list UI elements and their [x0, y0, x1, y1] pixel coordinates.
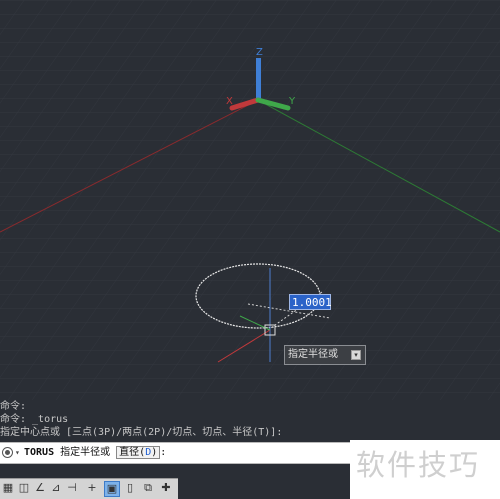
command-suffix: :	[160, 447, 167, 458]
snap-mode-icon[interactable]: ◫	[16, 481, 32, 497]
ucs-z-label: Z	[256, 47, 263, 58]
dynamic-input-radius[interactable]: 1.0001	[289, 294, 332, 310]
option-diameter[interactable]: 直径(D)	[116, 446, 161, 459]
viewport-canvas[interactable]: Z X Y	[0, 0, 500, 400]
option-diameter-label: 直径(	[119, 447, 146, 458]
watermark-text: 软件技巧	[356, 448, 481, 482]
tooltip-label: 指定半径或	[288, 349, 338, 360]
transparency-icon[interactable]: ⧉	[140, 481, 156, 497]
command-prompt: 指定半径或	[60, 447, 111, 458]
autocad-window: Z X Y 1.0001 指定半径或 ▾ 命令: 命令: _torus 指定中心…	[0, 0, 500, 499]
lineweight-icon[interactable]: ▯	[122, 481, 138, 497]
command-history: 命令: 命令: _torus 指定中心点或 [三点(3P)/两点(2P)/切点、…	[0, 400, 348, 442]
history-line: 命令: _torus	[0, 414, 69, 425]
ortho-icon[interactable]: ⊣	[64, 481, 80, 497]
command-prompt-text[interactable]: TORUS 指定半径或 直径(D):	[24, 443, 166, 463]
grid-icon[interactable]: ▦	[0, 481, 16, 497]
history-line: 指定中心点或 [三点(3P)/两点(2P)/切点、切点、半径(T)]:	[0, 427, 283, 438]
object-snap-icon[interactable]: ▣	[104, 481, 120, 497]
ucs-y-label: Y	[288, 96, 296, 107]
command-name: TORUS	[24, 447, 55, 458]
command-line[interactable]: ▾ TORUS 指定半径或 直径(D):	[0, 442, 352, 464]
3d-osnap-icon[interactable]: ✚	[158, 481, 174, 497]
option-diameter-close: )	[151, 447, 158, 458]
chevron-down-icon[interactable]: ▾	[15, 443, 20, 463]
options-dropdown-icon[interactable]: ▾	[351, 350, 361, 360]
dynamic-ucs-icon[interactable]: ⊿	[48, 481, 64, 497]
watermark: 软件技巧	[350, 440, 500, 499]
ucs-z-arrow	[256, 58, 261, 100]
dynamic-prompt-tooltip[interactable]: 指定半径或 ▾	[284, 345, 366, 365]
status-bar: ▦ ◫ ∠ ⊿ ⊣ + ▣ ▯ ⧉ ✚	[0, 478, 178, 499]
ucs-x-label: X	[226, 96, 233, 107]
command-customize-icon[interactable]	[2, 447, 13, 458]
polar-icon[interactable]: +	[84, 481, 100, 497]
drawing-viewport[interactable]: Z X Y 1.0001 指定半径或 ▾	[0, 0, 500, 400]
perspective-grid	[0, 0, 500, 400]
infer-constraints-icon[interactable]: ∠	[32, 481, 48, 497]
history-line: 命令:	[0, 401, 27, 412]
